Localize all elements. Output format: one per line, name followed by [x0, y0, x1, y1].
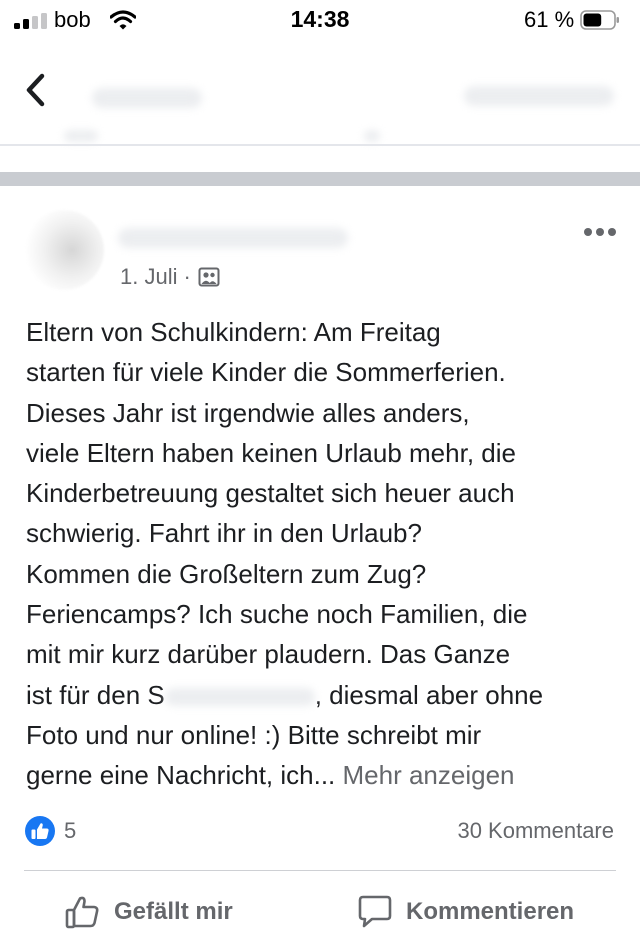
post-text: Eltern von Schulkindern: Am Freitag star…	[26, 312, 622, 796]
blurred-header-icon	[64, 130, 98, 142]
post-text-part: Eltern von Schulkindern: Am Freitag star…	[26, 317, 528, 710]
group-icon[interactable]	[198, 267, 220, 287]
see-more-link[interactable]: Mehr anzeigen	[343, 760, 515, 790]
status-bar: bob 14:38 61 %	[0, 0, 640, 42]
chevron-left-icon[interactable]	[22, 72, 52, 108]
battery-percentage: 61 %	[524, 7, 575, 32]
like-reaction-icon	[25, 816, 55, 846]
header-divider	[0, 144, 640, 146]
thumbs-up-icon	[65, 896, 99, 929]
blurred-header-action	[464, 86, 614, 106]
feed-separator	[0, 172, 640, 186]
avatar[interactable]	[24, 210, 104, 290]
comment-button[interactable]: Kommentieren	[356, 890, 574, 934]
comment-icon	[358, 895, 392, 928]
actions-divider	[24, 870, 616, 871]
meta-separator: ·	[183, 264, 191, 289]
battery-icon	[580, 10, 619, 30]
blurred-author-name[interactable]	[118, 228, 348, 248]
post-date[interactable]: 1. Juli	[120, 264, 177, 290]
blurred-header-title	[92, 88, 202, 108]
redacted-text	[164, 687, 315, 706]
post-meta: 1. Juli ·	[120, 264, 220, 290]
reactions-summary[interactable]: 5	[24, 814, 76, 848]
like-button-label: Gefällt mir	[114, 898, 233, 925]
comments-count[interactable]: 30 Kommentare	[457, 818, 614, 844]
like-button[interactable]: Gefällt mir	[64, 890, 233, 934]
facebook-post-screen: bob 14:38 61 % 1. Juli · Eltern von Schu…	[0, 0, 640, 945]
comment-button-label: Kommentieren	[406, 898, 575, 925]
reaction-count: 5	[64, 818, 77, 843]
nav-header	[0, 42, 640, 146]
blurred-header-icon	[364, 130, 380, 142]
ellipsis-icon[interactable]	[582, 222, 618, 242]
